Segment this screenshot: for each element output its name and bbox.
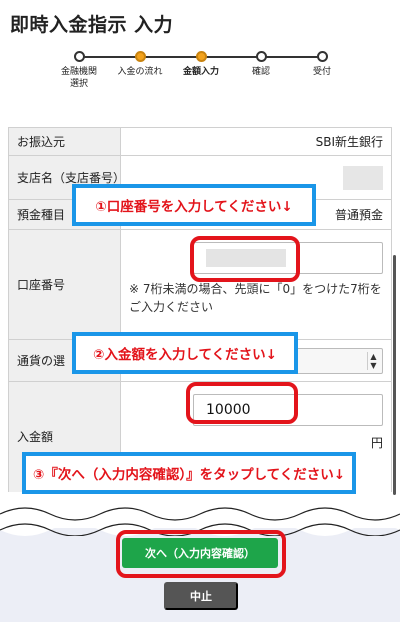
next-button-highlight xyxy=(116,530,286,578)
step-label: 入金の流れ xyxy=(117,67,163,77)
page-title: 即時入金指示 入力 xyxy=(10,14,174,36)
callout-next: ③『次へ（入力内容確認）』をタップしてください↓ xyxy=(22,452,356,494)
progress-stepper: 金融機関 選択 入金の流れ 金額入力 確認 受付 xyxy=(0,50,400,96)
select-arrows-icon: ▲ ▼ xyxy=(367,352,379,370)
step-label: 金融機関 選択 xyxy=(60,67,97,89)
amount-input-highlight xyxy=(186,382,298,424)
callout-account: ①口座番号を入力してください↓ xyxy=(72,184,316,226)
step-dot xyxy=(134,51,146,62)
bank-label: お振込元 xyxy=(9,128,121,155)
step-dot xyxy=(73,51,85,62)
step-label: 確認 xyxy=(251,67,270,77)
deposit-type-text: 普通預金 xyxy=(334,208,383,222)
account-input-highlight xyxy=(190,236,300,282)
amount-unit: 円 xyxy=(370,436,383,450)
step-dot xyxy=(255,51,267,62)
step-bank-select: 金融機関 選択 xyxy=(44,50,114,90)
bank-row: お振込元 SBI新生銀行 xyxy=(8,128,392,156)
step-confirm: 確認 xyxy=(226,50,296,78)
account-note: ※ 7桁未満の場合、先頭に「0」をつけた7桁をご入力ください xyxy=(129,282,382,314)
step-flow: 入金の流れ xyxy=(105,50,175,78)
bank-name: SBI新生銀行 xyxy=(315,135,383,149)
step-accept: 受付 xyxy=(287,50,357,78)
branch-masked-value xyxy=(343,166,383,190)
deposit-form: お振込元 SBI新生銀行 支店名（支店番号） 預金種目 普通預金 口座番号 ※ … xyxy=(8,127,392,492)
step-dot xyxy=(195,51,207,62)
callout-amount: ②入金額を入力してください↓ xyxy=(72,332,298,374)
cancel-button[interactable]: 中止 xyxy=(164,582,238,610)
scrollbar[interactable] xyxy=(393,255,396,495)
step-dot xyxy=(316,51,328,62)
step-label: 受付 xyxy=(312,67,331,77)
bank-value: SBI新生銀行 xyxy=(121,128,391,155)
account-label: 口座番号 xyxy=(9,230,121,339)
